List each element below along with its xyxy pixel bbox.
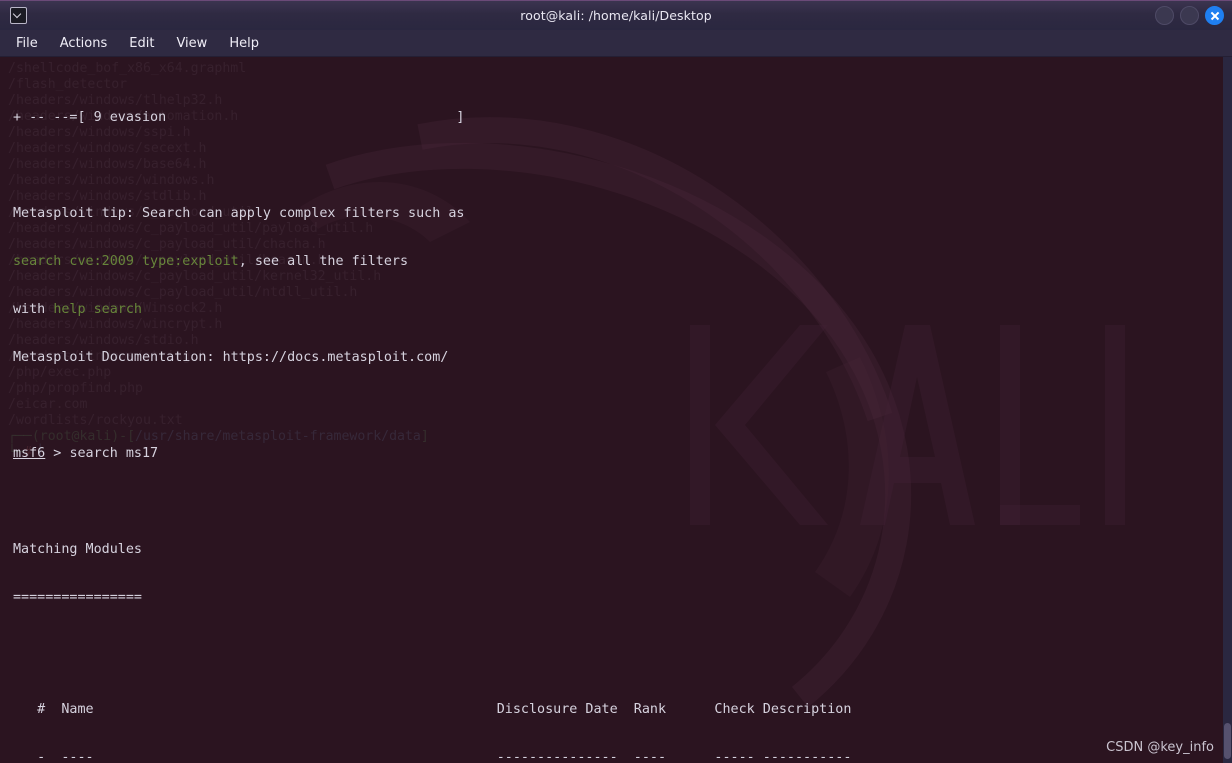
menu-item-help[interactable]: Help <box>221 34 267 53</box>
table-header-row: # Name Disclosure Date Rank Check Descri… <box>13 702 852 717</box>
terminal-icon <box>10 7 27 24</box>
line-docs: Metasploit Documentation: https://docs.m… <box>13 350 449 365</box>
vertical-scrollbar[interactable] <box>1223 57 1232 763</box>
line-blank-2 <box>13 398 1232 414</box>
window-controls <box>1155 1 1224 30</box>
maximize-button[interactable] <box>1180 6 1199 25</box>
line-matching-modules-title: Matching Modules <box>13 542 142 557</box>
title-bar: root@kali: /home/kali/Desktop <box>0 0 1232 30</box>
line-tip-2: search cve:2009 type:exploit, see all th… <box>13 254 409 269</box>
menu-bar: File Actions Edit View Help <box>0 30 1232 57</box>
menu-item-view[interactable]: View <box>168 34 215 53</box>
minimize-button[interactable] <box>1155 6 1174 25</box>
line-blank-3 <box>13 494 1232 510</box>
line-matching-modules-rule: ================ <box>13 590 142 605</box>
terminal-body[interactable]: /shellcode_bof_x86_x64.graphml/flash_det… <box>0 57 1232 763</box>
line-tip-1: Metasploit tip: Search can apply complex… <box>13 206 465 221</box>
terminal-window: root@kali: /home/kali/Desktop File Actio… <box>0 0 1232 763</box>
terminal-screen[interactable]: + -- --=[ 9 evasion ] Metasploit tip: Se… <box>0 57 1232 763</box>
menu-item-actions[interactable]: Actions <box>52 34 116 53</box>
menu-item-file[interactable]: File <box>8 34 46 53</box>
table-header-rule: - ---- --------------- ---- ----- ------… <box>13 750 852 763</box>
line-prompt-search: msf6 > search ms17 <box>13 446 159 461</box>
line-tip-3: with help search <box>13 302 142 317</box>
line-banner-tail: + -- --=[ 9 evasion ] <box>13 110 465 125</box>
close-button[interactable] <box>1205 6 1224 25</box>
scrollbar-thumb[interactable] <box>1224 723 1231 759</box>
line-blank-1 <box>13 158 1232 174</box>
menu-item-edit[interactable]: Edit <box>121 34 162 53</box>
window-title: root@kali: /home/kali/Desktop <box>520 8 712 23</box>
line-blank-4 <box>13 638 1232 654</box>
